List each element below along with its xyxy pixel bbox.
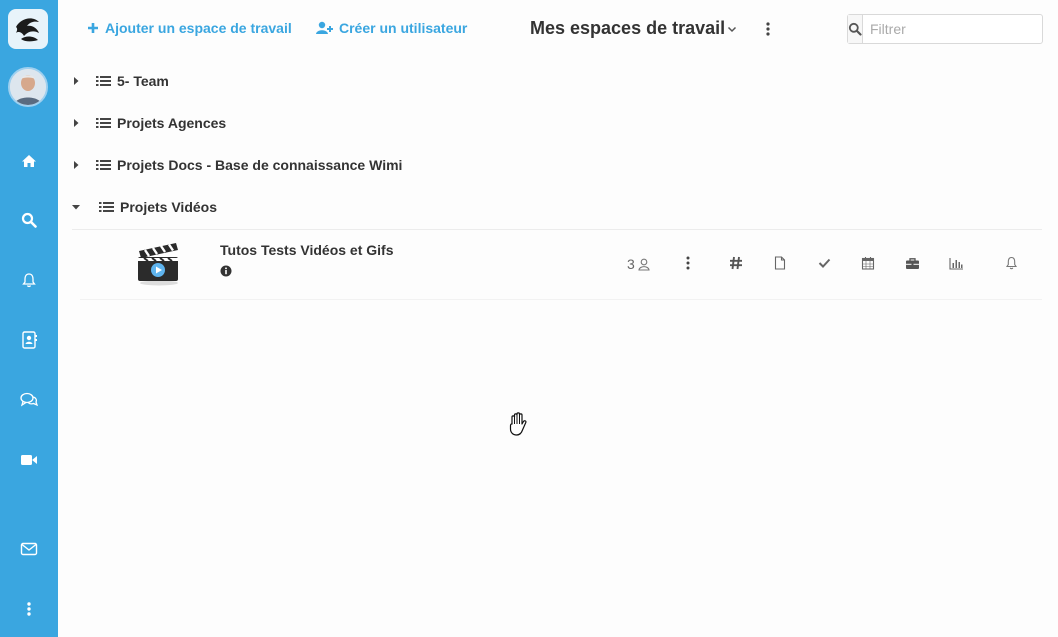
list-icon bbox=[96, 116, 112, 130]
project-row[interactable]: Tutos Tests Vidéos et Gifs 3 bbox=[80, 231, 1042, 299]
members-count[interactable]: 3 bbox=[627, 256, 650, 272]
workspace-label: Projets Agences bbox=[117, 115, 227, 131]
sidebar bbox=[0, 0, 58, 637]
workspace-row[interactable]: Projets Vidéos bbox=[70, 195, 217, 219]
caret-right-icon[interactable] bbox=[70, 159, 82, 171]
workspace-row[interactable]: Projets Agences bbox=[70, 111, 226, 135]
filter-box bbox=[847, 14, 1051, 44]
hand-cursor-icon bbox=[505, 410, 533, 440]
video-icon[interactable] bbox=[17, 448, 41, 472]
clapperboard-icon bbox=[136, 241, 182, 287]
workspace-row[interactable]: 5- Team bbox=[70, 69, 169, 93]
workspace-label: 5- Team bbox=[117, 73, 169, 89]
contacts-icon[interactable] bbox=[17, 328, 41, 352]
home-icon[interactable] bbox=[17, 149, 41, 173]
mail-icon[interactable] bbox=[17, 537, 41, 561]
caret-down-icon[interactable] bbox=[70, 201, 82, 213]
workspace-label: Projets Docs - Base de connaissance Wimi bbox=[117, 157, 403, 173]
notifications-icon[interactable] bbox=[1003, 255, 1019, 271]
calendar-icon[interactable] bbox=[860, 255, 876, 271]
stats-icon[interactable] bbox=[948, 255, 964, 271]
search-icon[interactable] bbox=[848, 15, 863, 43]
main-area: Ajouter un espace de travail Créer un ut… bbox=[58, 0, 1058, 637]
add-workspace-button[interactable]: Ajouter un espace de travail bbox=[87, 20, 292, 36]
add-user-icon bbox=[316, 21, 333, 34]
project-name[interactable]: Tutos Tests Vidéos et Gifs bbox=[220, 242, 393, 258]
caret-right-icon[interactable] bbox=[70, 117, 82, 129]
avatar[interactable] bbox=[8, 67, 48, 107]
list-icon bbox=[99, 200, 115, 214]
chat-icon[interactable] bbox=[17, 388, 41, 412]
divider bbox=[72, 229, 1042, 230]
add-workspace-label: Ajouter un espace de travail bbox=[105, 20, 292, 36]
search-icon[interactable] bbox=[17, 208, 41, 232]
bell-icon[interactable] bbox=[17, 268, 41, 292]
briefcase-icon[interactable] bbox=[904, 255, 920, 271]
list-icon bbox=[96, 74, 112, 88]
toolbar: Ajouter un espace de travail Créer un ut… bbox=[58, 0, 1058, 58]
workspaces-menu-icon[interactable] bbox=[761, 19, 775, 39]
divider bbox=[80, 299, 1042, 300]
documents-icon[interactable] bbox=[772, 255, 788, 271]
members-count-value: 3 bbox=[627, 256, 635, 272]
more-icon[interactable] bbox=[680, 255, 696, 271]
caret-right-icon[interactable] bbox=[70, 75, 82, 87]
channels-icon[interactable] bbox=[728, 255, 744, 271]
info-icon[interactable] bbox=[220, 264, 232, 277]
workspace-label: Projets Vidéos bbox=[120, 199, 218, 215]
filter-input[interactable] bbox=[863, 15, 1051, 43]
more-icon[interactable] bbox=[17, 597, 41, 621]
create-user-button[interactable]: Créer un utilisateur bbox=[315, 20, 467, 36]
page-title: Mes espaces de travail bbox=[530, 18, 726, 38]
list-icon bbox=[96, 158, 112, 172]
create-user-label: Créer un utilisateur bbox=[339, 20, 468, 36]
wimi-logo[interactable] bbox=[8, 9, 48, 49]
workspace-row[interactable]: Projets Docs - Base de connaissance Wimi bbox=[70, 153, 402, 177]
user-icon bbox=[638, 258, 650, 271]
chevron-down-icon[interactable] bbox=[725, 22, 739, 36]
tasks-icon[interactable] bbox=[816, 255, 832, 271]
plus-icon bbox=[88, 23, 98, 33]
